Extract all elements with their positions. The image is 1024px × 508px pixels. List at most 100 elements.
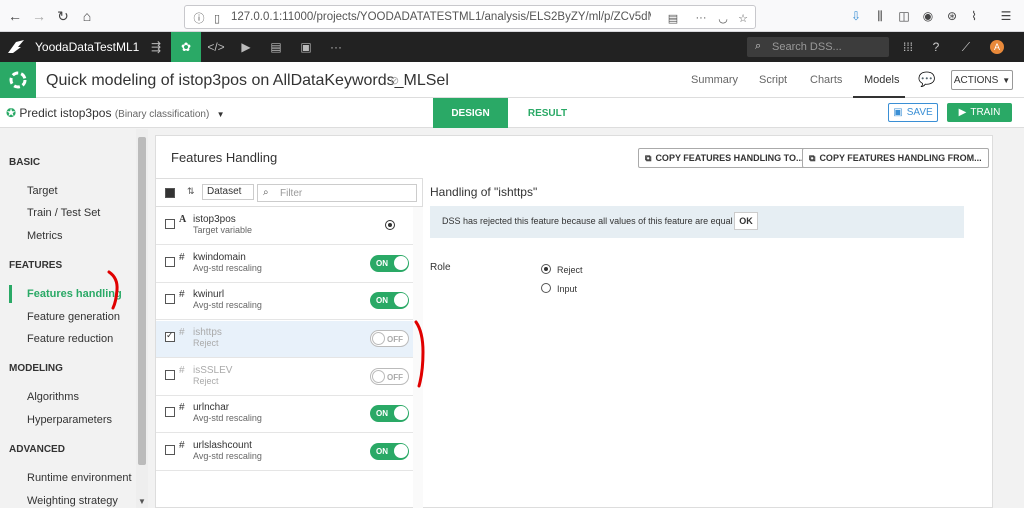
run-icon[interactable]: ▶ [231, 32, 261, 62]
jobs-icon[interactable]: ▤ [261, 32, 291, 62]
feature-toggle[interactable]: OFF [370, 368, 409, 385]
predict-selector[interactable]: ✪ Predict istop3pos (Binary classificati… [6, 106, 225, 120]
account-icon[interactable]: ◉ [920, 8, 936, 24]
predict-type: (Binary classification) [114, 109, 210, 120]
rejected-alert: DSS has rejected this feature because al… [430, 206, 964, 238]
sidebar-icon[interactable]: ◫ [896, 8, 912, 24]
more-icon[interactable]: ··· [693, 10, 709, 26]
feature-row-kwinurl[interactable]: # kwinurl Avg-std rescaling ON [156, 283, 413, 320]
dss-search-box[interactable]: ⌕ Search DSS... [747, 37, 889, 57]
sort-select[interactable]: Dataset [202, 184, 254, 200]
filter-input[interactable]: ⌕ Filter [257, 184, 417, 202]
tab-design[interactable]: DESIGN [433, 98, 508, 128]
bookmark-star-icon[interactable]: ☆ [735, 10, 751, 26]
copy-features-to-button[interactable]: ⧉ COPY FEATURES HANDLING TO... [638, 148, 811, 168]
activity-icon[interactable]: ⟋ [958, 39, 974, 55]
feature-toggle[interactable]: ON [370, 255, 409, 272]
row-checkbox[interactable] [165, 407, 175, 417]
flow-icon[interactable]: ⇶ [141, 32, 171, 62]
more-menu-icon[interactable]: ··· [321, 32, 351, 62]
extension-icon[interactable]: ⊛ [944, 8, 960, 24]
apps-grid-icon[interactable]: ⁞⁞⁞ [900, 39, 916, 55]
numeric-type-icon: # [179, 402, 185, 413]
feature-name: urlslashcount [193, 440, 252, 451]
reader-icon[interactable]: ▤ [665, 10, 681, 26]
tab-result[interactable]: RESULT [515, 98, 580, 128]
dss-bird-logo-icon[interactable] [7, 39, 25, 55]
ok-button[interactable]: OK [734, 212, 758, 230]
role-input-label[interactable]: Input [557, 284, 577, 294]
discussions-icon[interactable]: 💬 [918, 71, 940, 89]
feature-toggle[interactable]: OFF [370, 330, 409, 347]
sidebar-item-metrics[interactable]: Metrics [27, 230, 62, 242]
scroll-down-icon[interactable]: ▼ [136, 495, 148, 507]
sidebar-item-feature-generation[interactable]: Feature generation [27, 311, 120, 323]
feature-row-urlnchar[interactable]: # urlnchar Avg-std rescaling ON [156, 396, 413, 433]
row-checkbox[interactable] [165, 330, 175, 342]
actions-button[interactable]: ACTIONS ▼ [951, 70, 1013, 90]
sort-icon[interactable]: ⇅ [187, 186, 199, 198]
feature-row-kwindomain[interactable]: # kwindomain Avg-std rescaling ON [156, 246, 413, 283]
role-label: Role [430, 262, 451, 273]
url-bar[interactable]: ⓘ ▯ 127.0.0.1:11000/projects/YOODADATATE… [184, 5, 756, 29]
sidebar-item-feature-reduction[interactable]: Feature reduction [27, 333, 113, 345]
forward-icon[interactable]: → [28, 5, 50, 27]
numeric-type-icon: # [179, 327, 185, 338]
library-icon[interactable]: ⫼ [872, 8, 888, 24]
menu-icon[interactable]: ☰ [998, 8, 1014, 24]
row-checkbox[interactable] [165, 370, 175, 380]
feature-row-istop3pos[interactable]: A istop3pos Target variable [156, 208, 413, 245]
avatar[interactable]: A [990, 40, 1004, 54]
sidebar-item-weighting-strategy[interactable]: Weighting strategy [27, 495, 118, 507]
code-icon[interactable]: </> [201, 32, 231, 62]
tab-script[interactable]: Script [759, 74, 787, 86]
role-input-radio[interactable] [541, 283, 551, 293]
feature-toggle[interactable]: ON [370, 292, 409, 309]
feature-toggle[interactable]: ON [370, 405, 409, 422]
feature-handling: Avg-std rescaling [193, 263, 262, 273]
feature-toggle[interactable]: ON [370, 443, 409, 460]
dashboard-icon[interactable]: ▣ [291, 32, 321, 62]
play-icon: ▶ [958, 107, 967, 118]
project-name[interactable]: YoodaDataTestML1 [35, 40, 139, 54]
lab-icon[interactable]: ✿ [171, 32, 201, 62]
sidebar-scroll-thumb[interactable] [138, 137, 146, 465]
row-checkbox[interactable] [165, 219, 175, 229]
feature-row-ishttps[interactable]: # ishttps Reject OFF [156, 321, 413, 358]
row-checkbox[interactable] [165, 257, 175, 267]
row-checkbox[interactable] [165, 445, 175, 455]
feature-name: kwindomain [193, 252, 246, 263]
sidebar-item-target[interactable]: Target [27, 185, 58, 197]
select-all-checkbox[interactable] [165, 188, 175, 198]
reload-icon[interactable]: ↻ [52, 5, 74, 27]
role-reject-radio[interactable] [541, 264, 551, 274]
row-checkbox[interactable] [165, 294, 175, 304]
copy-features-from-button[interactable]: ⧉ COPY FEATURES HANDLING FROM... [802, 148, 989, 168]
analysis-title-bar: Quick modeling of istop3pos on AllDataKe… [0, 62, 1024, 98]
tab-models[interactable]: Models [864, 74, 899, 86]
info-icon[interactable]: ⓘ [191, 10, 207, 26]
page-title[interactable]: Quick modeling of istop3pos on AllDataKe… [46, 72, 449, 90]
save-button[interactable]: ▣ SAVE [888, 103, 938, 122]
extension-2-icon[interactable]: ⌇ [966, 8, 982, 24]
train-button[interactable]: ▶ TRAIN [947, 103, 1012, 122]
feature-name: isSSLEV [193, 365, 233, 376]
sidebar-item-algorithms[interactable]: Algorithms [27, 391, 79, 403]
sidebar-item-runtime-environment[interactable]: Runtime environment [27, 472, 132, 484]
tab-charts[interactable]: Charts [810, 74, 842, 86]
edit-icon[interactable]: ⊘ [390, 74, 399, 87]
toggle-label: OFF [387, 335, 403, 344]
filter-placeholder: Filter [280, 188, 303, 199]
role-reject-label[interactable]: Reject [557, 265, 583, 275]
home-icon[interactable]: ⌂ [76, 5, 98, 27]
tab-summary[interactable]: Summary [691, 74, 738, 86]
pocket-icon[interactable]: ◡ [715, 10, 731, 26]
back-icon[interactable]: ← [4, 5, 26, 27]
feature-row-isSSLEV[interactable]: # isSSLEV Reject OFF [156, 359, 413, 396]
feature-row-urlslashcount[interactable]: # urlslashcount Avg-std rescaling ON [156, 434, 413, 471]
download-icon[interactable]: ⇩ [848, 8, 864, 24]
url-text[interactable]: 127.0.0.1:11000/projects/YOODADATATESTML… [231, 11, 651, 23]
help-icon[interactable]: ? [928, 39, 944, 55]
sidebar-item-hyperparameters[interactable]: Hyperparameters [27, 414, 112, 426]
sidebar-item-train-test-set[interactable]: Train / Test Set [27, 207, 100, 219]
